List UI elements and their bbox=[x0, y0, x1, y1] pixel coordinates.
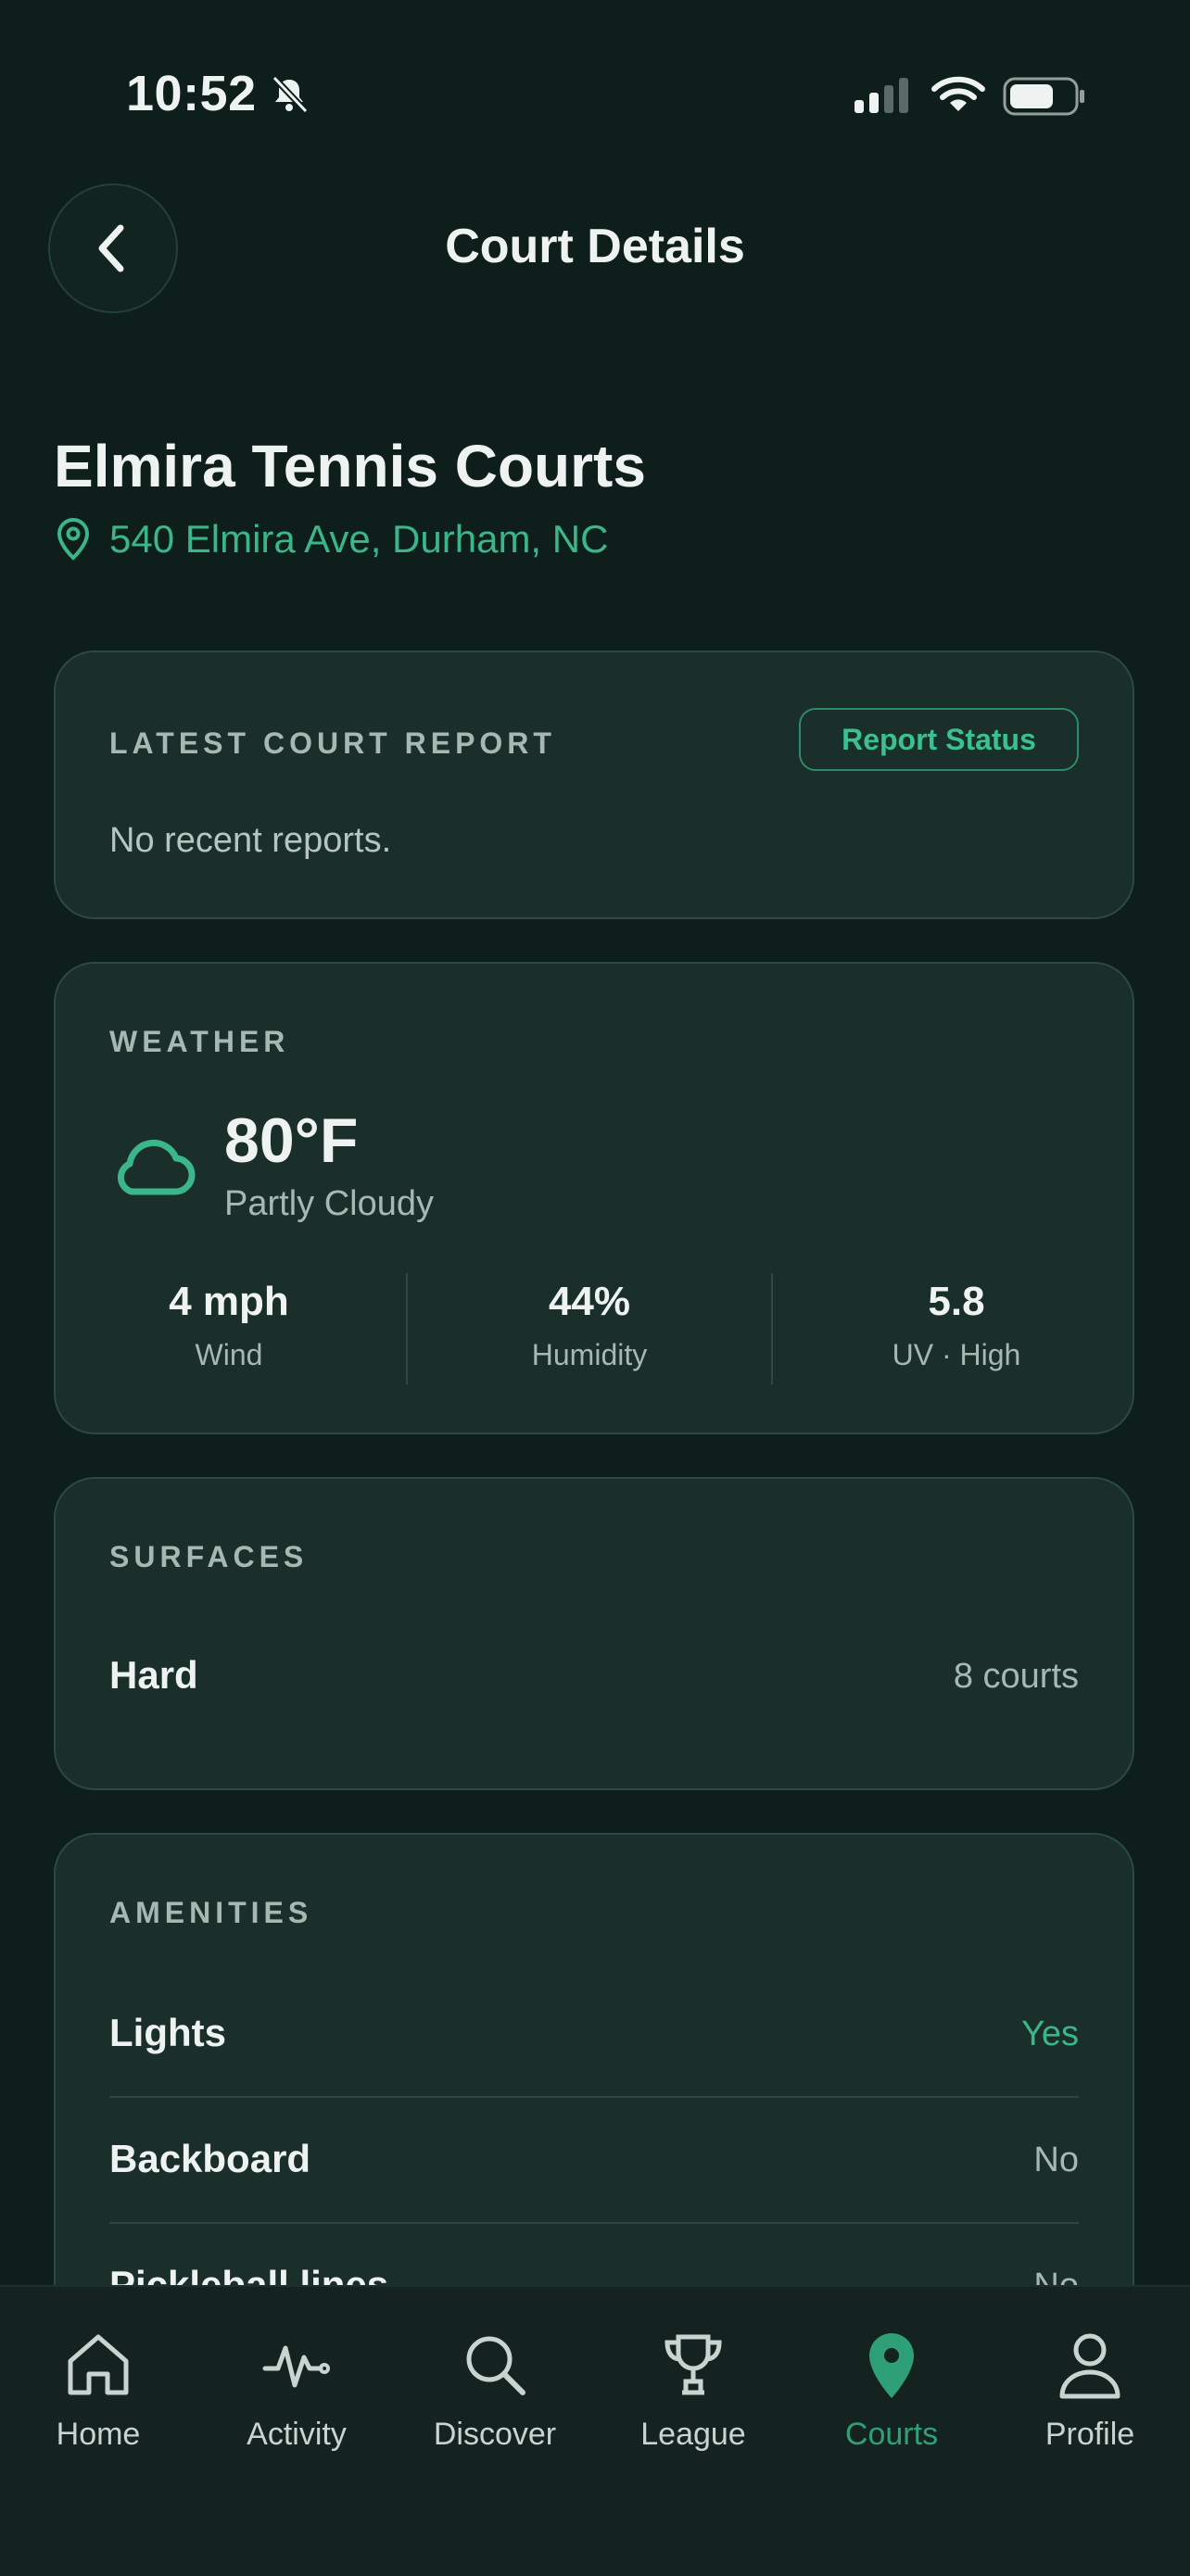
wind-value: 4 mph bbox=[169, 1279, 289, 1324]
stat-divider bbox=[771, 1273, 773, 1384]
court-name: Elmira Tennis Courts bbox=[54, 433, 646, 499]
amenity-name: Backboard bbox=[109, 2137, 311, 2180]
search-icon bbox=[466, 2336, 525, 2395]
wind-label: Wind bbox=[195, 1338, 263, 1371]
tab-bar: Home Activity Discover League Courts Pro… bbox=[0, 2285, 1190, 2576]
tab-home[interactable]: Home bbox=[6, 2328, 191, 2453]
uv-label: UV · High bbox=[892, 1338, 1021, 1371]
bell-muted-icon bbox=[272, 75, 309, 114]
cloud-icon bbox=[118, 1139, 196, 1195]
trophy-icon bbox=[665, 2334, 722, 2395]
tab-courts[interactable]: Courts bbox=[799, 2328, 984, 2453]
weather-section-label: WEATHER bbox=[109, 1025, 290, 1058]
amenity-name: Lights bbox=[109, 2011, 226, 2054]
humidity-label: Humidity bbox=[531, 1338, 648, 1371]
amenity-value: Yes bbox=[1021, 2014, 1079, 2053]
tab-profile[interactable]: Profile bbox=[997, 2328, 1183, 2453]
signal-icon bbox=[855, 78, 908, 113]
court-report-card: LATEST COURT REPORT Report Status No rec… bbox=[54, 650, 1134, 919]
battery-icon bbox=[1003, 77, 1084, 116]
weather-temperature: 80°F bbox=[224, 1105, 359, 1176]
tab-label: Discover bbox=[433, 2417, 557, 2452]
uv-stat: 5.8 UV · High bbox=[817, 1279, 1095, 1372]
location-pin-icon bbox=[869, 2333, 914, 2398]
location-pin-icon bbox=[57, 518, 90, 561]
report-section-label: LATEST COURT REPORT bbox=[109, 726, 556, 760]
report-status-button[interactable]: Report Status bbox=[799, 708, 1079, 771]
report-text: No recent reports. bbox=[109, 821, 392, 860]
status-time: 10:52 bbox=[126, 66, 257, 121]
tab-label: Courts bbox=[844, 2417, 939, 2452]
tab-discover[interactable]: Discover bbox=[402, 2328, 588, 2453]
humidity-stat: 44% Humidity bbox=[450, 1279, 728, 1372]
court-address[interactable]: 540 Elmira Ave, Durham, NC bbox=[54, 517, 608, 562]
tab-label: Home bbox=[56, 2417, 141, 2452]
surfaces-section-label: SURFACES bbox=[109, 1540, 309, 1573]
tab-league[interactable]: League bbox=[601, 2328, 786, 2453]
home-icon bbox=[68, 2334, 129, 2395]
uv-value: 5.8 bbox=[928, 1279, 985, 1324]
address-text: 540 Elmira Ave, Durham, NC bbox=[109, 517, 609, 561]
tab-label: League bbox=[640, 2417, 746, 2452]
person-icon bbox=[1059, 2333, 1120, 2399]
row-divider bbox=[109, 2096, 1079, 2098]
surfaces-card: SURFACES Hard 8 courts bbox=[54, 1477, 1134, 1790]
wifi-icon bbox=[931, 76, 985, 111]
humidity-value: 44% bbox=[548, 1279, 631, 1324]
row-divider bbox=[109, 2222, 1079, 2224]
amenities-section-label: AMENITIES bbox=[109, 1896, 313, 1929]
tab-label: Activity bbox=[247, 2417, 347, 2452]
activity-icon bbox=[262, 2345, 330, 2388]
surface-name: Hard bbox=[109, 1653, 198, 1697]
tab-label: Profile bbox=[1044, 2417, 1135, 2452]
tab-activity[interactable]: Activity bbox=[204, 2328, 389, 2453]
surface-count: 8 courts bbox=[953, 1657, 1079, 1696]
amenity-value: No bbox=[1033, 2140, 1079, 2179]
weather-card: WEATHER 80°F Partly Cloudy 4 mph Wind 44… bbox=[54, 962, 1134, 1434]
stat-divider bbox=[406, 1273, 408, 1384]
weather-condition: Partly Cloudy bbox=[224, 1184, 434, 1223]
page-title: Court Details bbox=[445, 220, 745, 273]
wind-stat: 4 mph Wind bbox=[90, 1279, 368, 1372]
